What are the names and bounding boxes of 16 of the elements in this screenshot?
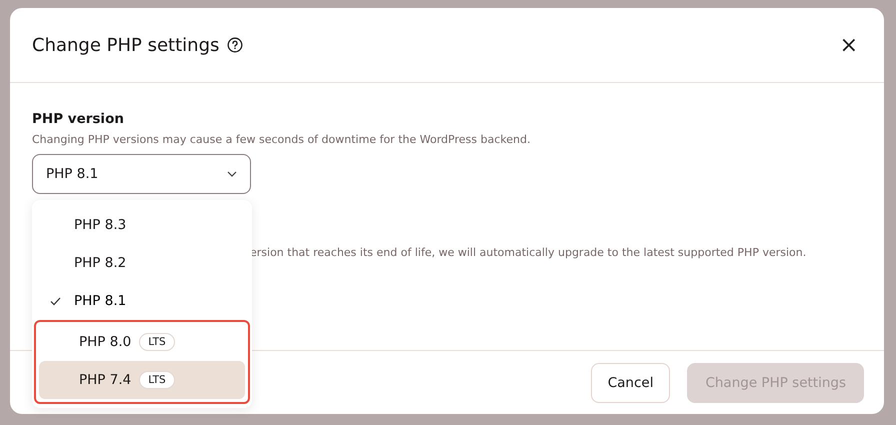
cancel-button[interactable]: Cancel (590, 362, 670, 402)
dropdown-option[interactable]: PHP 8.3 (34, 206, 250, 244)
field-label: PHP version (32, 111, 125, 127)
close-button[interactable]: × (836, 32, 862, 58)
dialog-title: Change PHP settings (32, 34, 220, 56)
lts-badge: LTS (139, 333, 175, 351)
dropdown-option[interactable]: PHP 8.0 LTS (39, 323, 245, 361)
chevron-icon (227, 171, 237, 177)
dropdown-option[interactable]: PHP 8.1 (34, 282, 250, 320)
dropdown-option[interactable]: PHP 7.4 LTS (39, 361, 245, 399)
lts-badge: LTS (139, 371, 175, 389)
check-icon (50, 296, 61, 306)
version-select[interactable]: PHP 8.1 (32, 154, 251, 194)
field-description: Changing PHP versions may cause a few seconds of downtime for the WordPress backend. (32, 133, 532, 146)
help-icon[interactable] (227, 37, 244, 53)
dropdown-option[interactable]: PHP 8.2 (34, 244, 250, 282)
